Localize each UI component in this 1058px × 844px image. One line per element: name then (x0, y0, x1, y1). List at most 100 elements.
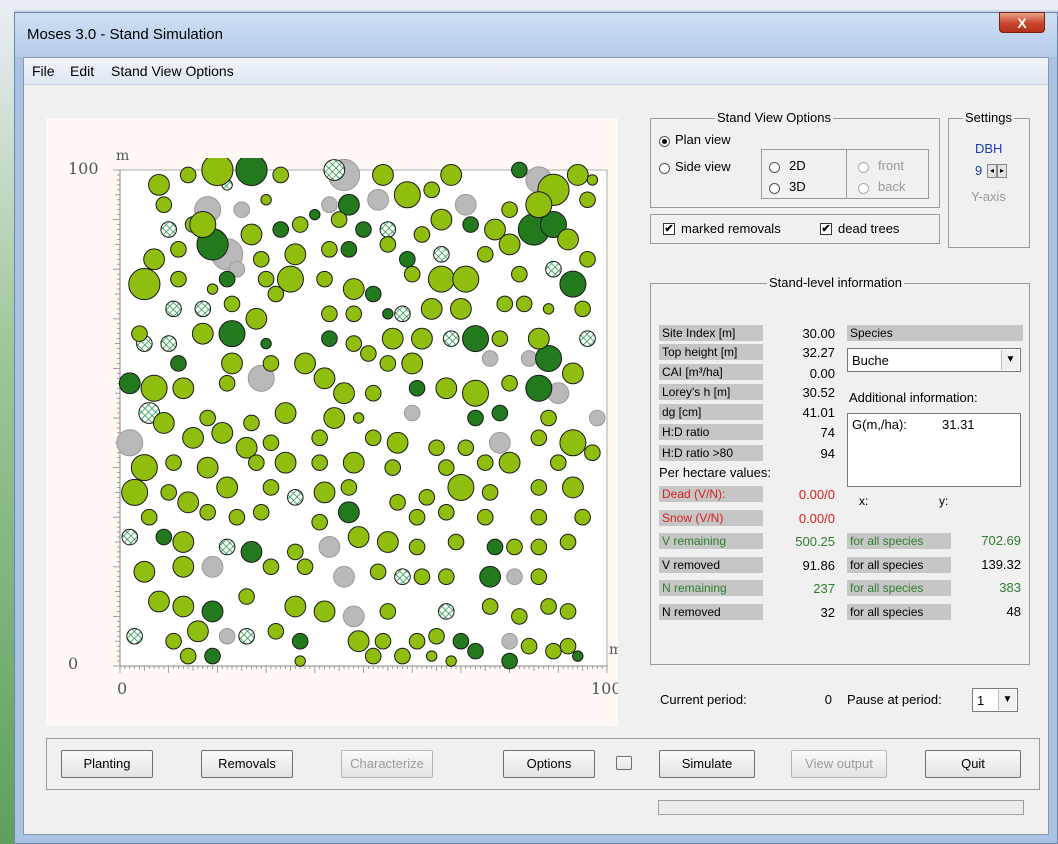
tree-marker[interactable] (496, 295, 514, 313)
tree-marker[interactable] (291, 216, 309, 233)
tree-marker[interactable] (218, 374, 236, 392)
tree-marker[interactable] (520, 637, 538, 655)
tree-marker[interactable] (562, 476, 584, 499)
tree-marker[interactable] (313, 600, 336, 623)
tree-marker[interactable] (201, 154, 234, 187)
tree-marker[interactable] (337, 501, 360, 524)
tree-marker[interactable] (248, 454, 265, 471)
tree-marker[interactable] (527, 327, 550, 350)
tree-marker[interactable] (333, 565, 355, 588)
tree-marker[interactable] (481, 484, 499, 501)
tree-marker[interactable] (379, 221, 397, 238)
tree-marker[interactable] (386, 431, 409, 454)
tree-marker[interactable] (287, 489, 304, 506)
tree-marker[interactable] (165, 632, 182, 650)
tree-marker[interactable] (311, 513, 328, 531)
tree-marker[interactable] (160, 484, 177, 501)
tree-marker[interactable] (321, 241, 338, 258)
tree-marker[interactable] (216, 476, 239, 499)
tree-marker[interactable] (364, 384, 382, 402)
tree-marker[interactable] (401, 352, 424, 375)
tree-marker[interactable] (221, 352, 243, 375)
tree-marker[interactable] (172, 555, 195, 578)
pause-period-dropdown-arrow[interactable]: ▼ (998, 690, 1016, 710)
tree-marker[interactable] (235, 154, 268, 187)
tree-marker[interactable] (501, 652, 518, 670)
tree-marker[interactable] (165, 454, 182, 471)
tree-marker[interactable] (525, 191, 553, 219)
tree-marker[interactable] (382, 308, 394, 320)
tree-marker[interactable] (559, 533, 577, 551)
tree-marker[interactable] (143, 248, 165, 271)
dbh-increase-button[interactable]: ▸ (997, 164, 1007, 178)
tree-marker[interactable] (284, 595, 307, 618)
tree-marker[interactable] (313, 481, 336, 504)
tree-marker[interactable] (240, 541, 263, 563)
side-view-radio[interactable] (659, 163, 670, 174)
tree-marker[interactable] (309, 208, 321, 221)
tree-marker[interactable] (393, 181, 421, 209)
tree-marker[interactable] (511, 608, 528, 625)
tree-marker[interactable] (442, 330, 460, 347)
tree-marker[interactable] (450, 297, 472, 320)
tree-marker[interactable] (542, 303, 555, 315)
tree-marker[interactable] (262, 434, 280, 452)
tree-marker[interactable] (562, 362, 584, 385)
tree-marker[interactable] (228, 508, 246, 526)
tree-marker[interactable] (294, 655, 306, 667)
tree-marker[interactable] (379, 236, 397, 253)
tree-marker[interactable] (199, 409, 216, 427)
tree-marker[interactable] (342, 278, 365, 300)
tree-marker[interactable] (559, 603, 577, 620)
tree-marker[interactable] (511, 265, 528, 283)
tree-marker[interactable] (445, 655, 457, 667)
tree-marker[interactable] (333, 382, 355, 405)
tree-marker[interactable] (364, 429, 382, 447)
tree-marker[interactable] (501, 632, 518, 650)
tree-marker[interactable] (284, 243, 307, 266)
tree-marker[interactable] (170, 355, 187, 372)
tree-marker[interactable] (130, 454, 158, 482)
tree-marker[interactable] (394, 568, 411, 586)
tree-marker[interactable] (515, 295, 533, 313)
tree-marker[interactable] (316, 270, 333, 288)
tree-marker[interactable] (457, 439, 475, 457)
tree-marker[interactable] (420, 297, 443, 320)
tree-marker[interactable] (140, 508, 158, 526)
tree-marker[interactable] (437, 503, 455, 521)
tree-marker[interactable] (321, 196, 338, 214)
tree-marker[interactable] (287, 543, 304, 561)
tree-marker[interactable] (498, 451, 521, 474)
tree-marker[interactable] (574, 300, 591, 318)
tree-marker[interactable] (389, 494, 406, 511)
tree-marker[interactable] (374, 632, 392, 650)
tree-marker[interactable] (506, 568, 523, 586)
tree-marker[interactable] (211, 421, 234, 444)
tree-marker[interactable] (187, 620, 209, 643)
tree-marker[interactable] (218, 270, 236, 288)
tree-marker[interactable] (430, 208, 453, 231)
front-radio[interactable] (858, 162, 869, 173)
tree-marker[interactable] (218, 320, 246, 348)
tree-marker[interactable] (379, 603, 397, 620)
tree-marker[interactable] (160, 221, 177, 238)
tree-marker[interactable] (223, 295, 241, 313)
tree-marker[interactable] (403, 265, 421, 283)
tree-marker[interactable] (491, 404, 509, 422)
tree-marker[interactable] (376, 531, 399, 553)
tree-marker[interactable] (572, 650, 584, 662)
tree-marker[interactable] (408, 508, 426, 526)
tree-marker[interactable] (427, 265, 455, 293)
tree-marker[interactable] (272, 221, 290, 238)
tree-marker[interactable] (501, 374, 518, 392)
tree-marker[interactable] (559, 637, 577, 655)
tree-marker[interactable] (384, 459, 402, 476)
3d-radio[interactable] (769, 183, 780, 194)
tree-marker[interactable] (238, 588, 255, 605)
dbh-decrease-button[interactable]: ◂ (987, 164, 997, 178)
tree-marker[interactable] (481, 598, 499, 615)
tree-marker[interactable] (170, 270, 187, 288)
tree-marker[interactable] (369, 563, 387, 581)
tree-marker[interactable] (579, 330, 596, 347)
tree-marker[interactable] (447, 473, 475, 501)
